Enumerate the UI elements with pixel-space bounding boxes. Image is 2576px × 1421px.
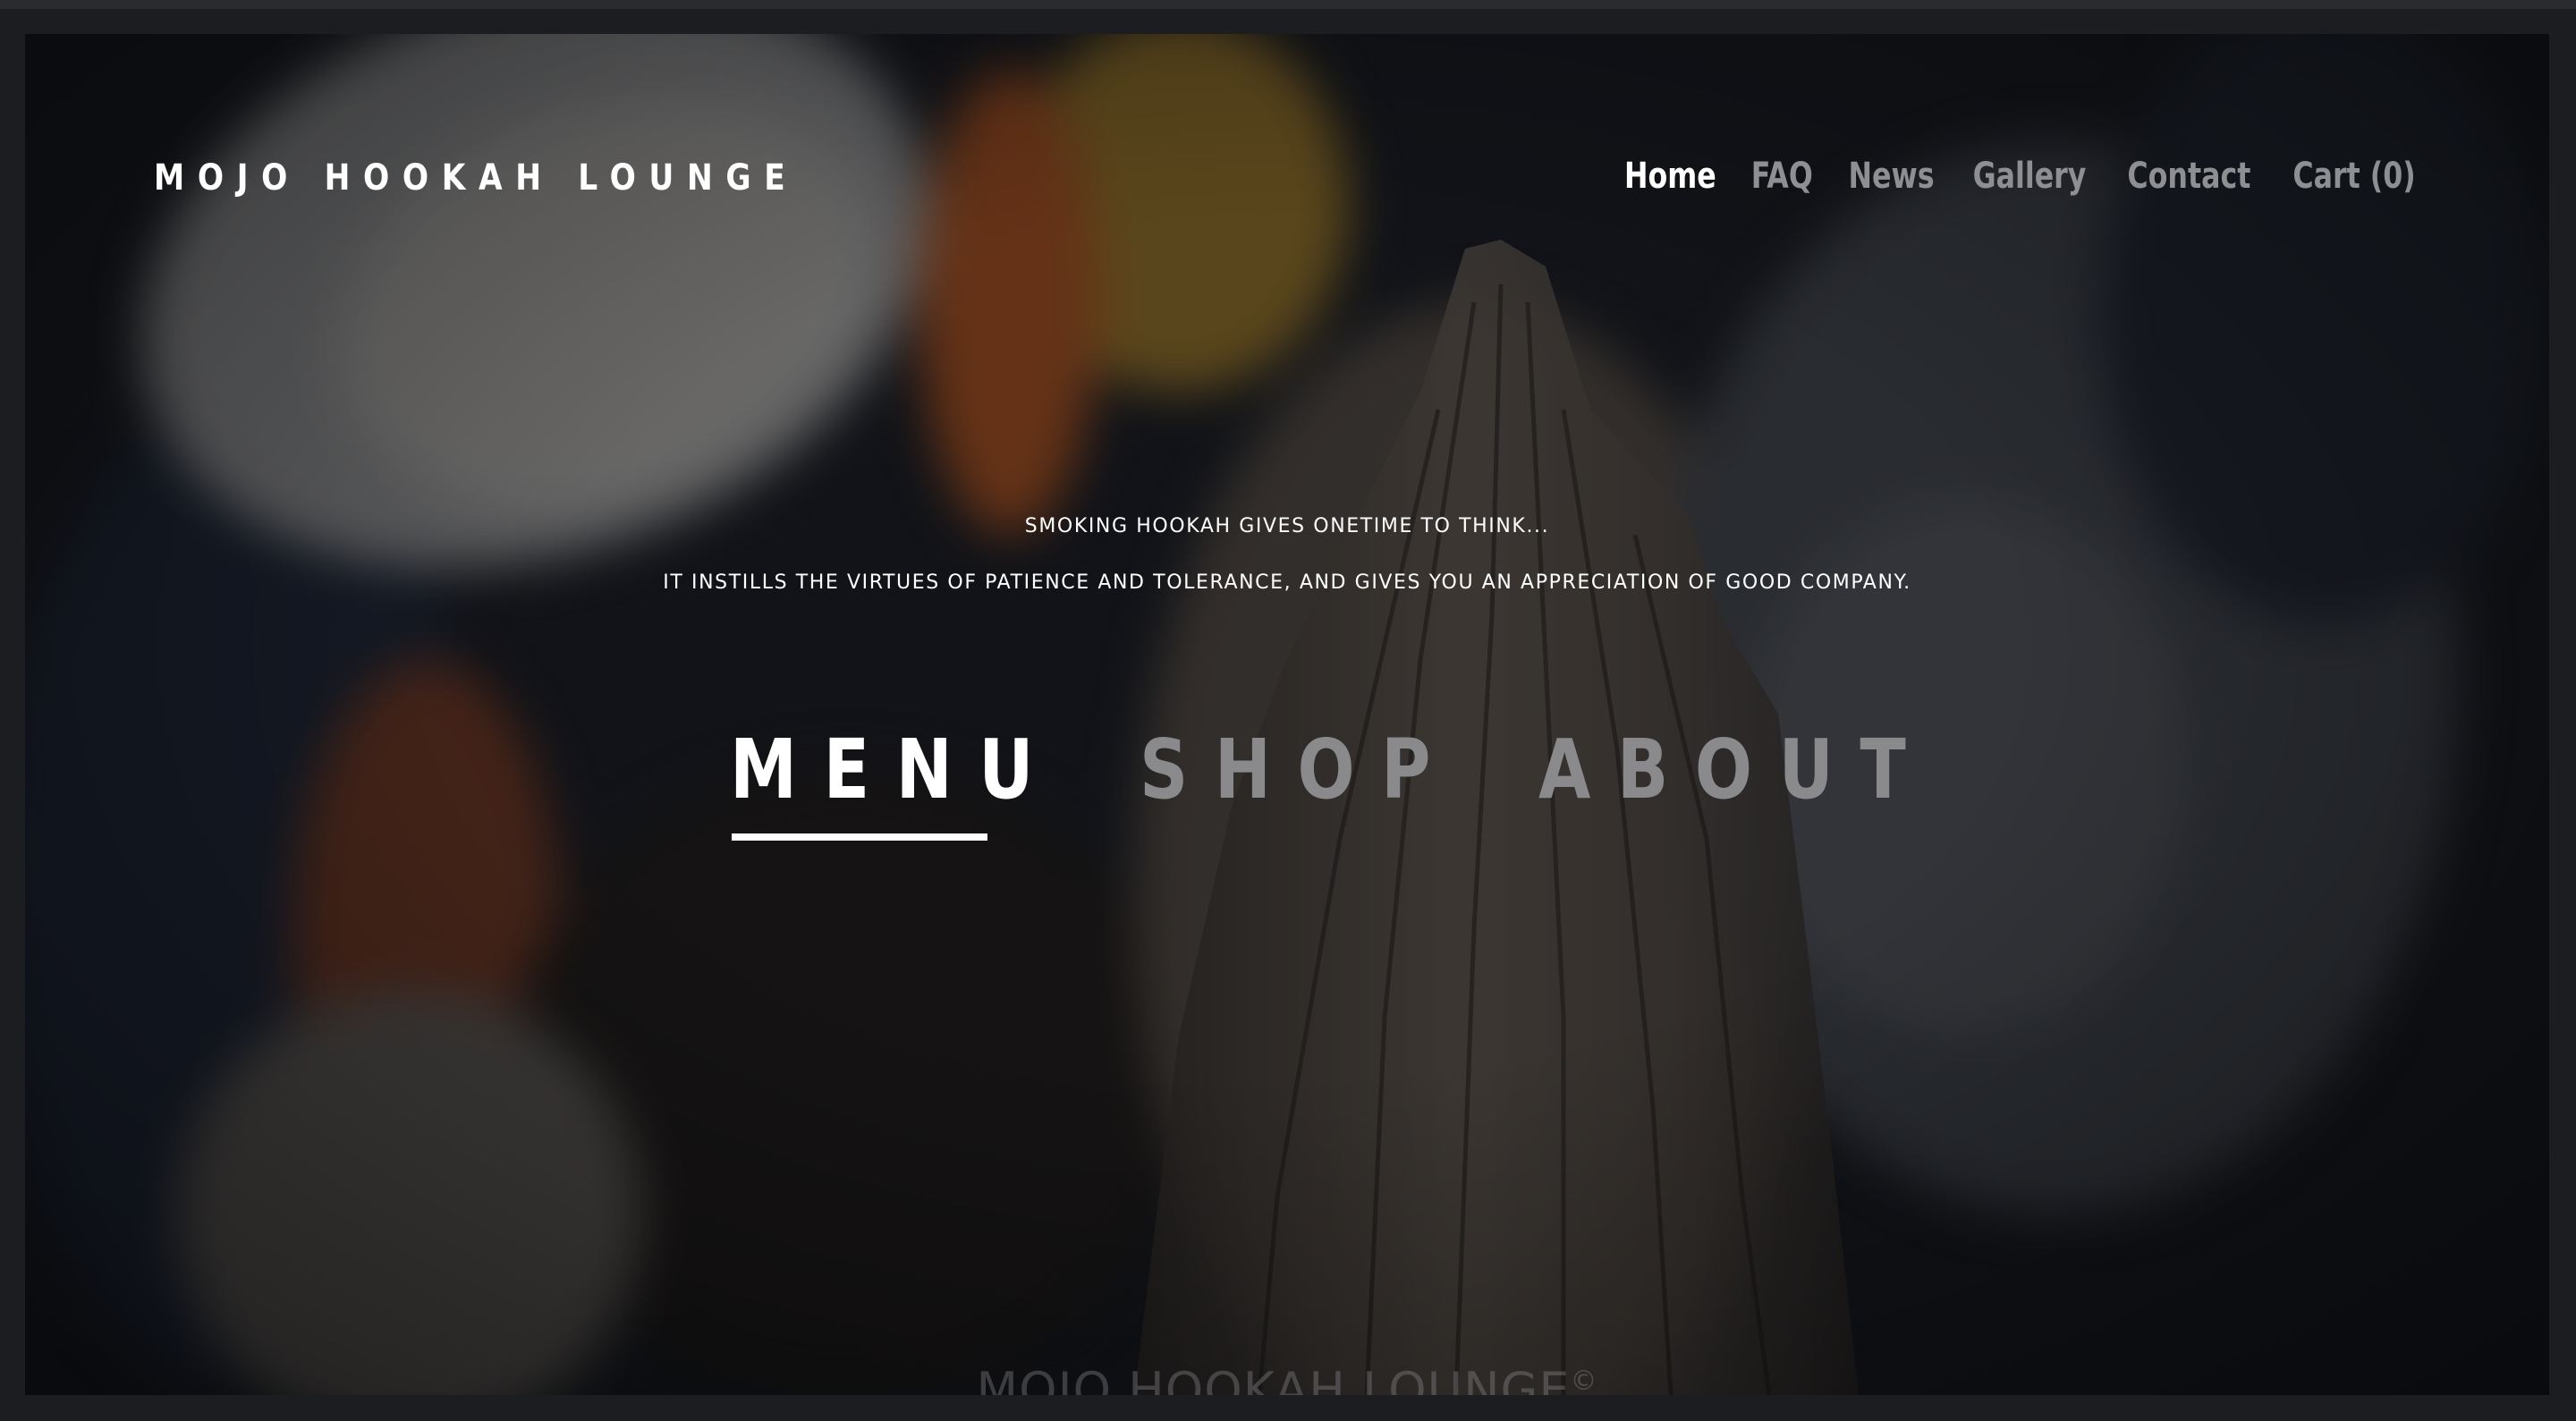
section-menu-link[interactable]: MENU xyxy=(730,721,1060,819)
main-navigation: Home FAQ News Gallery Contact Cart (0) xyxy=(1618,156,2424,197)
browser-top-strip xyxy=(0,0,2576,9)
browser-bottom-strip xyxy=(0,1395,2576,1421)
nav-contact-link[interactable]: Contact xyxy=(2128,156,2251,197)
nav-faq-link[interactable]: FAQ xyxy=(1751,156,1813,197)
section-about-link[interactable]: ABOUT xyxy=(1538,721,1932,819)
copyright-symbol: © xyxy=(1570,1366,1598,1395)
nav-cart-link[interactable]: Cart (0) xyxy=(2292,156,2415,197)
site-title-logo[interactable]: MOJO HOOKAH LOUNGE xyxy=(154,157,798,199)
nav-news-link[interactable]: News xyxy=(1848,156,1934,197)
hero-background-image xyxy=(25,34,2549,1395)
page-frame: MOJO HOOKAH LOUNGE Home FAQ News Gallery… xyxy=(25,34,2549,1395)
section-navigation: MENU SHOP ABOUT xyxy=(25,721,2549,846)
footer-watermark: MOJO HOOKAH LOUNGE© xyxy=(25,1362,2549,1395)
section-shop-link[interactable]: SHOP xyxy=(1140,721,1457,819)
active-section-underline xyxy=(732,833,987,841)
footer-watermark-text: MOJO HOOKAH LOUNGE xyxy=(976,1362,1571,1395)
nav-gallery-link[interactable]: Gallery xyxy=(1973,156,2087,197)
hero-tagline-line-2: IT INSTILLS THE VIRTUES OF PATIENCE AND … xyxy=(663,571,1911,594)
hero-tagline-line-1: SMOKING HOOKAH GIVES ONETIME TO THINK... xyxy=(1024,515,1550,537)
nav-home-link[interactable]: Home xyxy=(1624,156,1716,197)
